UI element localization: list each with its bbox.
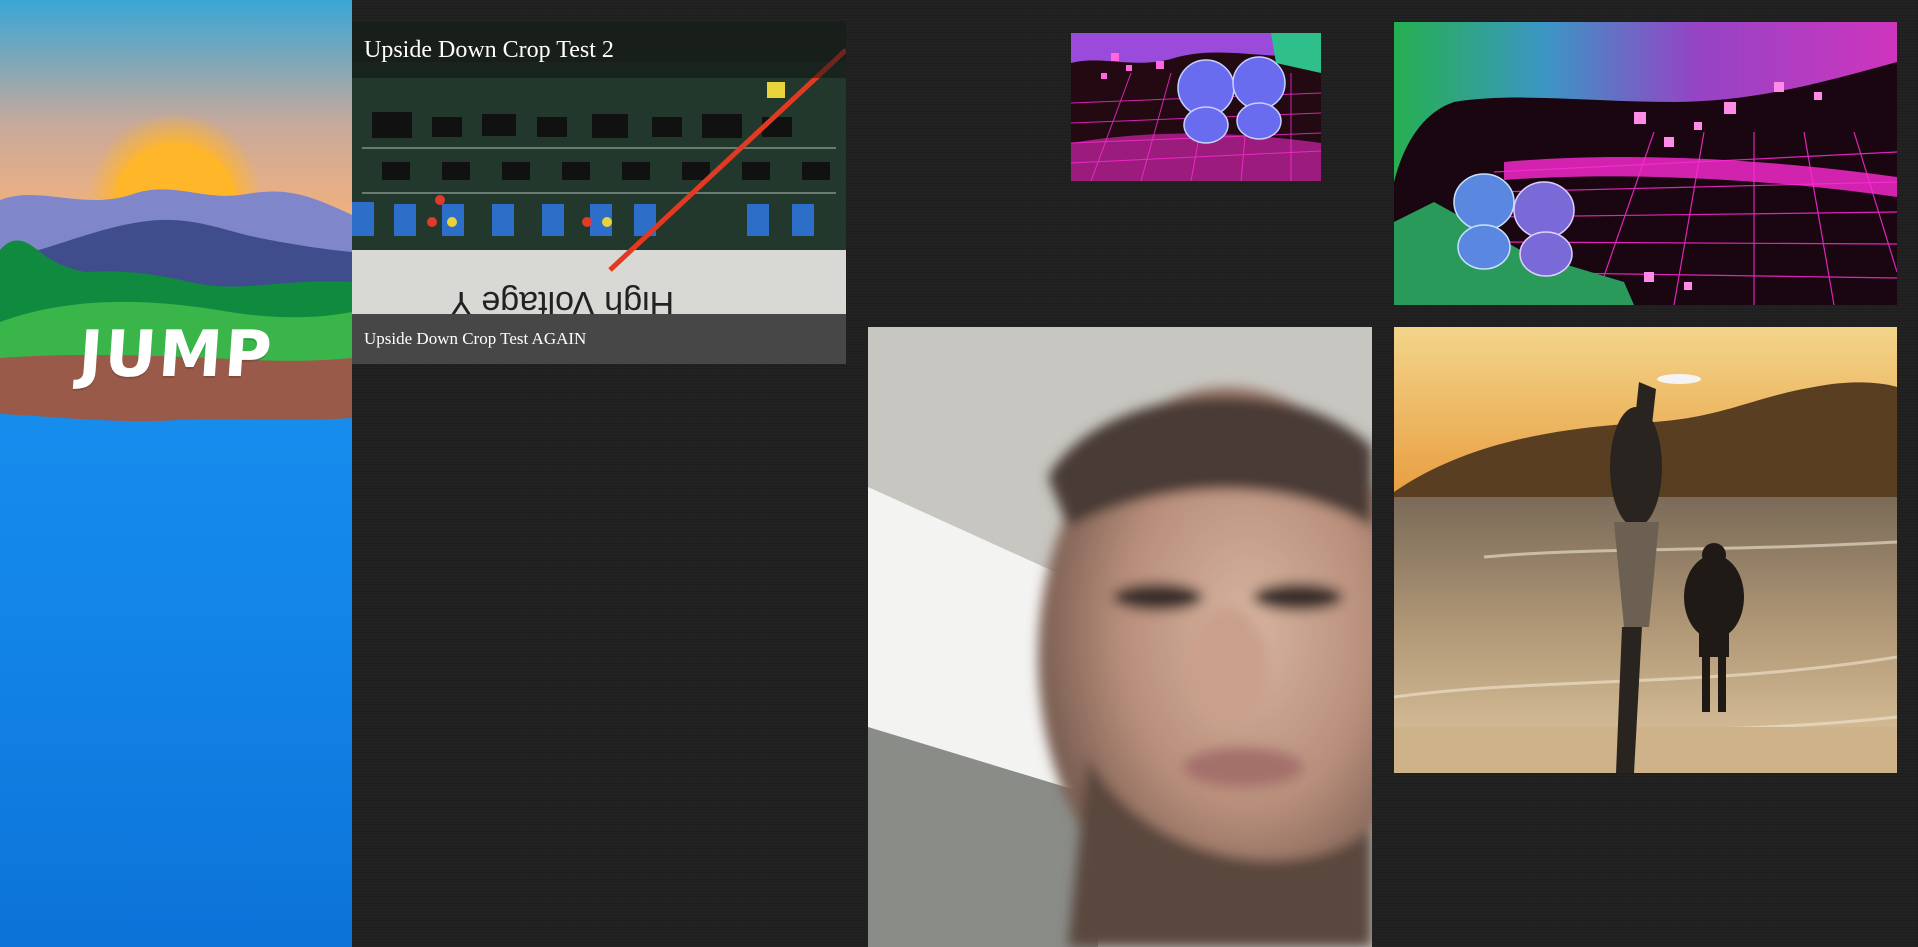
photo-tile-robots-large[interactable] <box>1394 22 1897 305</box>
photo-tile-robots-small[interactable] <box>1071 33 1321 181</box>
photo-tile-circuit[interactable]: High Voltage Y Upside Down Crop Test 2 U… <box>352 22 846 364</box>
photo-tile-beach[interactable] <box>1394 327 1897 773</box>
logo-text: JUMP <box>76 318 276 392</box>
beach-frisbee-image <box>1394 327 1897 773</box>
selfie-image <box>868 327 1372 947</box>
landscape-logo[interactable] <box>0 0 352 947</box>
photo-tile-selfie[interactable] <box>868 327 1372 947</box>
neon-robots-large-image <box>1394 22 1897 305</box>
tile-caption: Upside Down Crop Test AGAIN <box>352 314 846 364</box>
tile-title: Upside Down Crop Test 2 <box>352 22 846 78</box>
neon-robots-image <box>1071 33 1321 181</box>
sidebar: JUMP <box>0 0 352 947</box>
